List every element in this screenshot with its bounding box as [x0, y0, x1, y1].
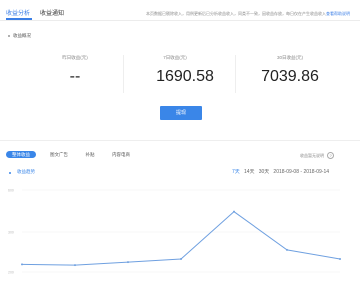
chart-legend: 收益趋势 [17, 169, 35, 174]
notice-body: 本页数据已剔除收入，用例更新后已分析收益收入，同类不一致，因收益存放，每日仅在产… [146, 11, 326, 16]
date-range[interactable]: 2018-09-08 - 2018-09-14 [273, 169, 329, 175]
data-point[interactable] [180, 258, 182, 261]
section-divider [0, 140, 360, 141]
settle-label: 收益暂无说明 [300, 153, 324, 158]
data-point[interactable] [21, 263, 23, 266]
range-30d[interactable]: 30天 [259, 169, 270, 175]
stat-divider [235, 55, 236, 93]
chart-y-ticks: 600 300 200 [8, 189, 14, 275]
seven-day-label: 7日收益(元) [163, 55, 187, 60]
yesterday-label: 昨日收益(元) [62, 55, 88, 60]
seven-day-value: 1690.58 [156, 68, 214, 85]
help-circle-icon[interactable]: ? [327, 152, 335, 159]
subtab-overall[interactable]: 整体收益 [6, 151, 36, 158]
range-14d[interactable]: 14天 [244, 169, 255, 175]
range-7d[interactable]: 7天 [232, 169, 240, 175]
y-tick-label: 300 [8, 231, 14, 235]
y-tick-label: 200 [8, 271, 14, 275]
summary-title: 收益概况 [13, 33, 31, 38]
data-point[interactable] [127, 261, 129, 264]
thirty-day-value: 7039.86 [261, 68, 319, 85]
y-tick-label: 600 [8, 189, 14, 193]
thirty-day-label: 30日收益(元) [276, 55, 303, 60]
chart-points [21, 210, 341, 267]
data-point[interactable] [74, 264, 76, 267]
series-line [21, 211, 341, 266]
subtab-image-ads[interactable]: 图文广告 [44, 151, 74, 158]
top-divider [0, 20, 360, 21]
stat-divider [123, 55, 124, 93]
tab-revenue-notice[interactable]: 收益通知 [40, 8, 64, 17]
notice-text: 本页数据已剔除收入，用例更新后已分析收益收入，同类不一致，因收益存放，每日仅在产… [146, 11, 350, 17]
settle-text: 收益暂无说明 ? [300, 152, 335, 159]
data-point[interactable] [286, 248, 288, 251]
tab-revenue-analysis[interactable]: 收益分析 [6, 8, 30, 17]
section-bullet-icon [8, 35, 10, 37]
legend-dot-icon [9, 172, 11, 174]
help-link[interactable]: 查看帮助说明 [326, 11, 350, 16]
subtab-subsidy[interactable]: 补贴 [80, 151, 100, 158]
withdraw-button[interactable]: 提现 [160, 106, 202, 120]
data-point[interactable] [339, 258, 341, 261]
yesterday-value: -- [69, 68, 81, 85]
subtab-content-commerce[interactable]: 内容电商 [106, 151, 136, 158]
data-point[interactable] [233, 210, 235, 213]
revenue-line-chart: 600 300 200 [8, 189, 341, 275]
range-selector: 7天 14天 30天 2018-09-08 - 2018-09-14 [232, 168, 329, 175]
